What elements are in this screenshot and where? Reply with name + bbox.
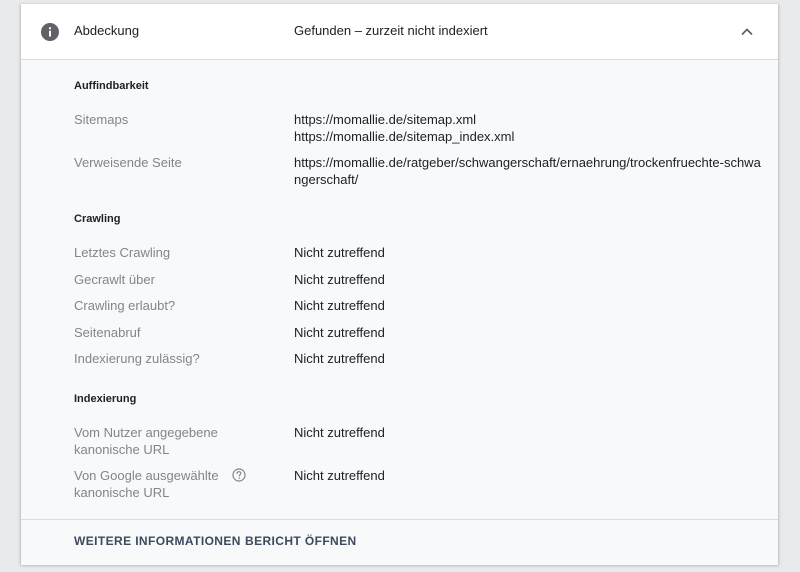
indexing-allowed-label: Indexierung zulässig?	[74, 351, 200, 366]
user-canonical-label-line-1: Vom Nutzer angegebene	[74, 425, 218, 440]
user-canonical-value: Nicht zutreffend	[294, 425, 385, 440]
referring-page-url-line-2: ngerschaft/	[294, 172, 359, 187]
help-circle-icon[interactable]	[232, 468, 246, 482]
more-info-button[interactable]: WEITERE INFORMATIONEN	[74, 534, 241, 548]
crawled-as-label: Gecrawlt über	[74, 272, 155, 287]
google-canonical-label-line-2: kanonische URL	[74, 485, 170, 500]
info-icon	[41, 23, 59, 41]
crawled-as-value: Nicht zutreffend	[294, 272, 385, 287]
coverage-status: Gefunden – zurzeit nicht indexiert	[294, 23, 488, 38]
page-fetch-label: Seitenabruf	[74, 325, 141, 340]
google-canonical-label-line-1: Von Google ausgewählte	[74, 468, 219, 483]
referring-page-label: Verweisende Seite	[74, 155, 182, 170]
user-canonical-label-line-2: kanonische URL	[74, 442, 170, 457]
sitemaps-label: Sitemaps	[74, 112, 129, 127]
google-canonical-value: Nicht zutreffend	[294, 468, 385, 483]
sitemap-url-1: https://momallie.de/sitemap.xml	[294, 112, 477, 127]
coverage-header[interactable]: Abdeckung Gefunden – zurzeit nicht index…	[21, 4, 778, 60]
sitemap-url-2: https://momallie.de/sitemap_index.xml	[294, 129, 515, 144]
crawl-allowed-label: Crawling erlaubt?	[74, 298, 176, 313]
section-title-auffindbarkeit: Auffindbarkeit	[74, 80, 149, 92]
coverage-label: Abdeckung	[74, 23, 140, 38]
section-title-crawling: Crawling	[74, 213, 121, 225]
crawl-allowed-value: Nicht zutreffend	[294, 298, 385, 313]
last-crawl-value: Nicht zutreffend	[294, 245, 385, 260]
section-title-indexierung: Indexierung	[74, 393, 137, 405]
indexing-allowed-value: Nicht zutreffend	[294, 351, 385, 366]
card-footer: WEITERE INFORMATIONEN BERICHT ÖFFNEN	[21, 519, 778, 565]
last-crawl-label: Letztes Crawling	[74, 245, 171, 260]
open-report-button[interactable]: BERICHT ÖFFNEN	[245, 534, 357, 548]
chevron-up-icon[interactable]	[737, 22, 757, 42]
coverage-card: Abdeckung Gefunden – zurzeit nicht index…	[21, 4, 778, 565]
referring-page-url-line-1: https://momallie.de/ratgeber/schwangersc…	[294, 155, 761, 170]
page-fetch-value: Nicht zutreffend	[294, 325, 385, 340]
